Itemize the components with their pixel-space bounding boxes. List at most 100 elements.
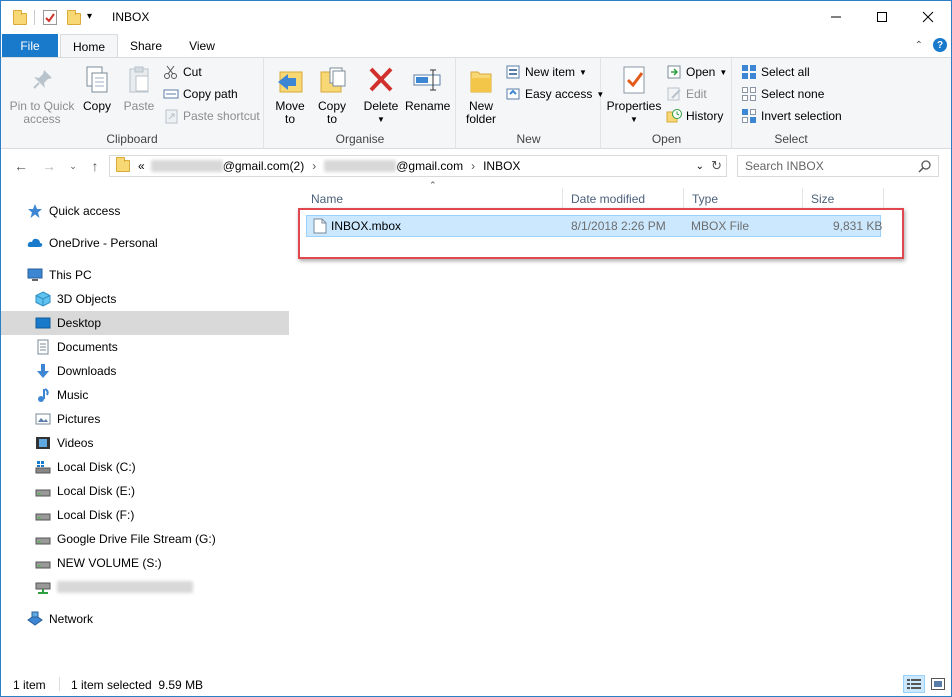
breadcrumb-overflow[interactable]: « <box>138 159 145 173</box>
column-header-type[interactable]: Type <box>684 188 803 210</box>
ribbon: Pin to Quick access Copy Paste Cut Copy … <box>1 57 951 149</box>
breadcrumb-inbox[interactable]: INBOX <box>483 159 520 173</box>
invert-selection-label: Invert selection <box>761 109 842 123</box>
nav-this-pc[interactable]: This PC <box>1 263 289 287</box>
nav-videos-label: Videos <box>57 436 94 450</box>
paste-icon <box>123 64 155 96</box>
forward-arrow-icon[interactable]: → <box>39 156 59 176</box>
details-view-button[interactable] <box>903 675 925 693</box>
nav-local-disk-f-label: Local Disk (F:) <box>57 508 135 522</box>
new-folder-button[interactable]: New folder <box>461 64 501 126</box>
nav-pictures[interactable]: Pictures <box>1 407 289 431</box>
easy-access-button[interactable]: Easy access ▼ <box>505 84 604 104</box>
search-input[interactable]: Search INBOX <box>745 159 824 173</box>
edit-icon <box>666 86 682 102</box>
cut-button[interactable]: Cut <box>163 62 202 82</box>
nav-desktop-label: Desktop <box>57 316 102 330</box>
up-arrow-icon[interactable]: ↑ <box>85 156 105 176</box>
paste-button[interactable]: Paste <box>121 64 157 113</box>
highlight-box <box>298 208 904 259</box>
nav-3d-objects[interactable]: 3D Objects <box>1 287 289 311</box>
nav-desktop[interactable]: Desktop <box>1 311 289 335</box>
open-label: Open <box>686 65 716 79</box>
clipboard-label: Clipboard <box>106 132 158 146</box>
properties-button[interactable]: Properties ▼ <box>606 64 662 126</box>
document-icon <box>35 339 51 355</box>
new-item-button[interactable]: New item ▼ <box>505 62 587 82</box>
tab-view[interactable]: View <box>174 34 230 58</box>
nav-music[interactable]: Music <box>1 383 289 407</box>
minimize-button[interactable] <box>813 1 859 33</box>
properties-dropdown-icon[interactable]: ▼ <box>606 113 662 126</box>
nav-local-disk-c-label: Local Disk (C:) <box>57 460 136 474</box>
move-to-button[interactable]: Move to <box>271 64 309 126</box>
new-label: New <box>516 132 541 146</box>
select-none-button[interactable]: Select none <box>741 84 824 104</box>
select-label: Select <box>774 132 808 146</box>
edit-button[interactable]: Edit <box>666 84 707 104</box>
nav-downloads[interactable]: Downloads <box>1 359 289 383</box>
breadcrumb-account[interactable]: @gmail.com <box>324 159 463 173</box>
windows-drive-icon <box>35 459 51 475</box>
back-arrow-icon[interactable]: ← <box>11 156 31 176</box>
drive-icon <box>35 531 51 547</box>
download-arrow-icon <box>35 363 51 379</box>
column-header-size[interactable]: Size <box>803 188 884 210</box>
nav-new-volume-label: NEW VOLUME (S:) <box>57 556 162 570</box>
tab-share[interactable]: Share <box>120 34 172 58</box>
nav-network[interactable]: Network <box>1 607 289 631</box>
copy-button[interactable]: Copy <box>79 64 115 113</box>
open-button[interactable]: Open ▼ <box>666 62 727 82</box>
nav-quick-access[interactable]: Quick access <box>1 199 289 223</box>
nav-network-label: Network <box>49 612 94 626</box>
pin-to-quick-access-button[interactable]: Pin to Quick access <box>7 64 77 126</box>
breadcrumb-account-2-label: @gmail.com(2) <box>222 159 305 173</box>
nav-local-disk-e[interactable]: Local Disk (E:) <box>1 479 289 503</box>
collapse-ribbon-icon[interactable]: ⌃ <box>915 40 923 51</box>
nav-local-disk-f[interactable]: Local Disk (F:) <box>1 503 289 527</box>
easy-access-label: Easy access <box>525 87 593 101</box>
column-header-name[interactable]: Name <box>303 188 563 210</box>
invert-selection-button[interactable]: Invert selection <box>741 106 842 126</box>
breadcrumb-account-2[interactable]: @gmail.com(2) <box>150 159 305 173</box>
select-all-button[interactable]: Select all <box>741 62 810 82</box>
help-icon[interactable]: ? <box>933 38 947 52</box>
new-item-icon <box>505 64 521 80</box>
tab-file[interactable]: File <box>2 34 58 58</box>
search-box[interactable]: Search INBOX <box>737 155 939 177</box>
column-header-date[interactable]: Date modified <box>563 188 684 210</box>
tab-home[interactable]: Home <box>60 34 118 58</box>
close-button[interactable] <box>905 1 951 33</box>
nav-local-disk-c[interactable]: Local Disk (C:) <box>1 455 289 479</box>
copy-path-button[interactable]: Copy path <box>163 84 238 104</box>
maximize-button[interactable] <box>859 1 905 33</box>
history-label: History <box>686 109 724 123</box>
chevron-down-icon: ▼ <box>579 67 587 77</box>
new-folder-label: New folder <box>465 99 497 126</box>
nav-documents[interactable]: Documents <box>1 335 289 359</box>
address-dropdown-icon[interactable]: ⌄ <box>696 161 704 172</box>
nav-videos[interactable]: Videos <box>1 431 289 455</box>
address-bar[interactable]: « @gmail.com(2) › @gmail.com › INBOX ⌄ ↻ <box>109 155 727 177</box>
organise-label: Organise <box>335 132 385 146</box>
delete-button[interactable]: Delete ▼ <box>363 64 399 126</box>
paste-shortcut-button[interactable]: Paste shortcut <box>163 106 260 126</box>
nav-onedrive[interactable]: OneDrive - Personal <box>1 231 289 255</box>
recent-locations-icon[interactable]: ⌄ <box>63 156 83 176</box>
customize-quick-access-icon[interactable]: ▾ <box>87 11 92 22</box>
nav-new-volume[interactable]: NEW VOLUME (S:) <box>1 551 289 575</box>
refresh-icon[interactable]: ↻ <box>711 158 722 174</box>
large-icons-view-button[interactable] <box>927 675 949 693</box>
copy-to-button[interactable]: Copy to <box>313 64 351 126</box>
rename-button[interactable]: Rename <box>405 64 450 113</box>
delete-dropdown-icon[interactable]: ▼ <box>363 113 399 126</box>
move-to-icon <box>274 64 306 96</box>
new-folder-quick-icon[interactable] <box>67 10 81 25</box>
breadcrumb-separator: › <box>312 159 317 173</box>
breadcrumb-account-label: @gmail.com <box>396 159 464 173</box>
history-button[interactable]: History <box>666 106 723 126</box>
properties-quick-icon[interactable] <box>43 10 57 25</box>
nav-google-drive[interactable]: Google Drive File Stream (G:) <box>1 527 289 551</box>
new-folder-icon <box>465 64 497 96</box>
nav-network-drive[interactable] <box>1 575 289 599</box>
